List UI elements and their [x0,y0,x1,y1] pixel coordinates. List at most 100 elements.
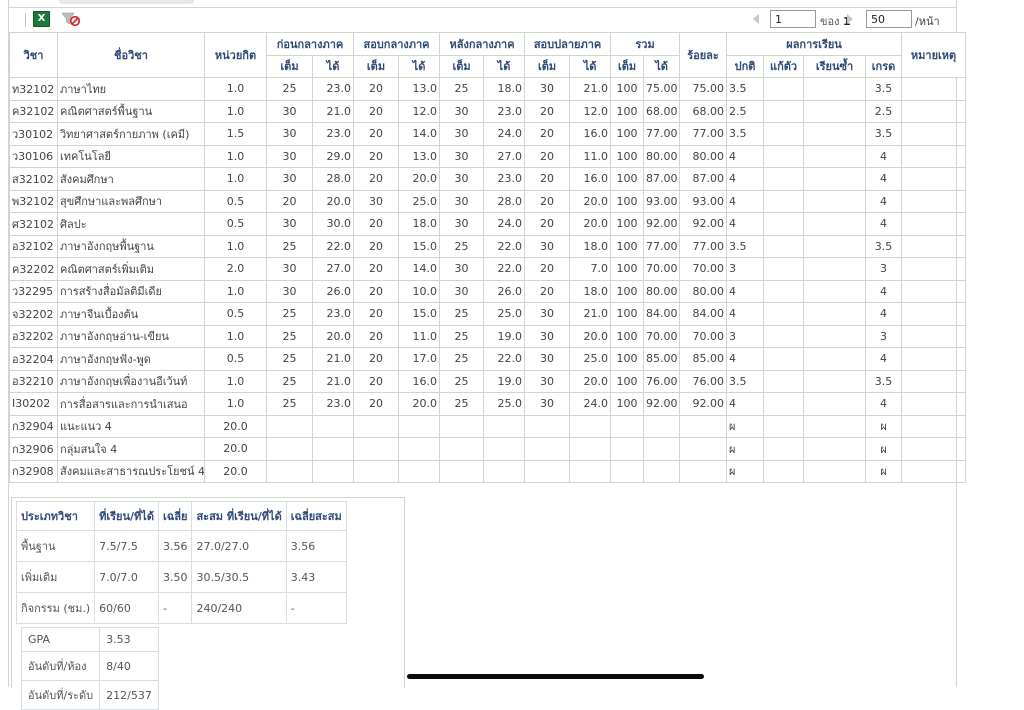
table-cell [901,324,967,348]
table-cell: 20.0 [397,392,441,416]
table-cell: 1.0 [204,77,267,101]
col-header-full: เต็ม [266,54,313,78]
table-cell: 1.5 [204,122,267,146]
table-cell: 4 [726,212,765,236]
table-cell: 20.0 [569,324,612,348]
table-cell: 70.00 [679,257,728,281]
table-cell [483,437,526,461]
table-cell [803,279,867,303]
table-cell: 3 [865,324,903,348]
table-cell [901,122,967,146]
table-cell: 20 [353,257,399,281]
summary-panel: ประเภทวิชา ที่เรียน/ที่ได้ เฉลี่ย สะสม ที่เ… [11,497,405,710]
table-cell [312,437,354,461]
col-header-fix: แก้ตัว [763,54,805,78]
table-cell [803,99,867,123]
gpa-value: 3.53 [99,627,159,652]
table-cell: 25.0 [483,302,526,326]
table-row: อ32102 ภาษาอังกฤษพื้นฐาน 1.0 25 22.0 20 15.0 25… [9,234,967,258]
table-cell: 2.5 [865,99,903,123]
summary-cell: 3.50 [157,561,193,593]
table-cell [763,122,805,146]
table-cell: 85.00 [643,347,681,371]
table-cell: 30.0 [312,212,354,236]
table-cell [312,459,354,483]
table-cell [901,369,967,393]
table-cell: 20.0 [397,167,441,191]
table-cell: 17.0 [397,347,441,371]
table-cell: ส32102 [9,167,58,191]
gpa-value: 8/40 [99,651,159,681]
next-page-icon[interactable] [847,14,853,24]
table-cell: 4 [865,167,903,191]
table-cell: 28.0 [483,189,526,213]
table-cell: 3 [726,324,765,348]
summary-col-header: ประเภทวิชา [15,501,96,531]
col-header-name: ชื่อวิชา [57,32,205,78]
table-cell: 30 [266,99,313,123]
summary-cell: 3.56 [285,530,347,562]
col-header-repeat: เรียนซ้ำ [803,54,867,78]
col-header-got: ได้ [643,54,681,78]
table-cell: ท32102 [9,77,58,101]
table-cell: 20.0 [312,189,354,213]
table-cell: 20 [524,212,571,236]
table-cell: 25 [266,302,313,326]
table-cell: 30 [524,77,571,101]
table-cell [763,392,805,416]
table-cell: ค32202 [9,257,58,281]
table-cell [763,257,805,281]
summary-cell: - [157,592,193,624]
table-row: จ32202 ภาษาจีนเบื้องต้น 0.5 25 23.0 20 15.0 25 2… [9,302,967,326]
table-cell [763,99,805,123]
table-cell: 30 [439,144,485,168]
excel-export-icon[interactable]: X [33,11,50,27]
table-cell: 30 [266,144,313,168]
table-cell [901,144,967,168]
col-header-result: ผลการเรียน [726,32,903,56]
table-cell: 80.00 [679,144,728,168]
table-cell: 25 [266,392,313,416]
of-text: ของ [820,15,840,28]
table-cell: 23.0 [312,392,354,416]
table-cell [763,189,805,213]
table-cell: ก32904 [9,414,58,438]
table-cell: คณิตศาสตร์พื้นฐาน [57,99,205,123]
table-cell: 100 [610,369,645,393]
table-cell: 92.00 [679,392,728,416]
table-cell: 21.0 [312,347,354,371]
table-cell: 27.0 [312,257,354,281]
col-header-grade: เกรด [865,54,903,78]
table-cell [763,347,805,371]
table-cell [901,347,967,371]
table-cell: 3 [726,257,765,281]
prev-page-icon[interactable] [753,14,759,24]
table-cell: 18.0 [483,77,526,101]
col-header-normal: ปกติ [726,54,765,78]
table-cell: 3.5 [865,369,903,393]
toolbar-divider [25,13,26,27]
table-cell: 87.00 [679,167,728,191]
table-cell: 4 [865,189,903,213]
clear-filter-icon[interactable] [61,11,81,27]
table-cell: 24.0 [483,212,526,236]
col-header-full: เต็ม [524,54,571,78]
grades-table: วิชา ชื่อวิชา หน่วยกิต ก่อนกลางภาค สอบกล… [9,32,967,483]
table-cell: แนะแนว 4 [57,414,205,438]
table-cell: 30 [439,212,485,236]
table-cell: 20.0 [569,369,612,393]
table-cell [397,414,441,438]
table-cell: 30 [439,189,485,213]
table-cell: 3.5 [726,369,765,393]
gpa-body: GPA 3.53 อันดับที่/ห้อง 8/40 อันดับที่/ระดับ… [20,627,159,710]
table-cell [803,392,867,416]
page-size-input[interactable] [866,10,912,28]
table-cell [569,414,612,438]
col-header-full: เต็ม [439,54,485,78]
table-cell: 25 [439,369,485,393]
page-number-input[interactable] [770,10,816,28]
table-cell: 20 [524,189,571,213]
table-cell [803,324,867,348]
table-cell: 25 [266,369,313,393]
table-cell [763,302,805,326]
